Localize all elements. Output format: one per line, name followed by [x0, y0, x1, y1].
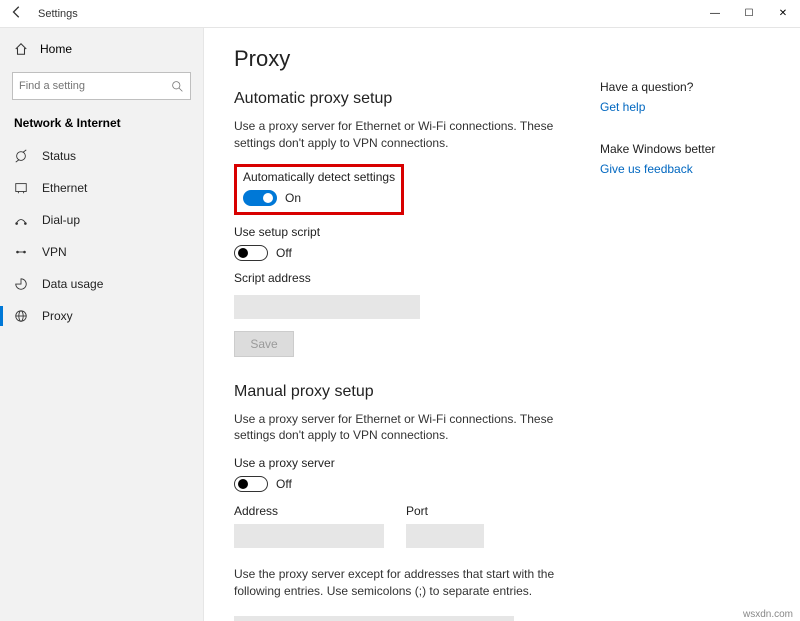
sidebar-item-label: Data usage — [42, 277, 103, 291]
use-proxy-state: Off — [276, 477, 292, 491]
auto-detect-toggle[interactable] — [243, 190, 277, 206]
page-title: Proxy — [234, 46, 580, 72]
proxy-except-text: Use the proxy server except for addresse… — [234, 566, 580, 600]
sidebar-item-label: Status — [42, 149, 76, 163]
use-proxy-toggle[interactable] — [234, 476, 268, 492]
sidebar-item-datausage[interactable]: Data usage — [0, 268, 203, 300]
vpn-icon — [14, 245, 28, 259]
highlight-auto-detect: Automatically detect settings On — [234, 164, 404, 215]
script-address-input[interactable] — [234, 295, 420, 319]
home-link[interactable]: Home — [0, 36, 203, 62]
proxy-address-input[interactable] — [234, 524, 384, 548]
datausage-icon — [14, 277, 28, 291]
window-caption: Settings — [38, 8, 78, 20]
sidebar-item-label: Proxy — [42, 309, 73, 323]
search-input-wrap[interactable] — [12, 72, 191, 100]
proxy-port-label: Port — [406, 504, 484, 518]
minimize-button[interactable]: — — [698, 0, 732, 28]
proxy-except-input[interactable] — [234, 616, 514, 621]
feedback-title: Make Windows better — [600, 142, 770, 156]
dialup-icon — [14, 213, 28, 227]
titlebar: Settings — ☐ ✕ — [0, 0, 800, 28]
question-title: Have a question? — [600, 80, 770, 94]
feedback-link[interactable]: Give us feedback — [600, 162, 770, 176]
status-icon — [14, 149, 28, 163]
sidebar-item-vpn[interactable]: VPN — [0, 236, 203, 268]
auto-section-heading: Automatic proxy setup — [234, 90, 580, 108]
maximize-button[interactable]: ☐ — [732, 0, 766, 28]
manual-section-desc: Use a proxy server for Ethernet or Wi-Fi… — [234, 411, 580, 445]
ethernet-icon — [14, 181, 28, 195]
auto-section-desc: Use a proxy server for Ethernet or Wi-Fi… — [234, 118, 580, 152]
home-icon — [14, 42, 28, 56]
script-address-label: Script address — [234, 271, 580, 285]
auto-detect-label: Automatically detect settings — [243, 170, 395, 184]
proxy-port-input[interactable] — [406, 524, 484, 548]
aside-panel: Have a question? Get help Make Windows b… — [600, 46, 770, 621]
setup-script-toggle[interactable] — [234, 245, 268, 261]
search-input[interactable] — [19, 80, 171, 92]
sidebar-item-ethernet[interactable]: Ethernet — [0, 172, 203, 204]
manual-section-heading: Manual proxy setup — [234, 383, 580, 401]
sidebar-item-label: Ethernet — [42, 181, 87, 195]
home-label: Home — [40, 42, 72, 56]
proxy-address-label: Address — [234, 504, 384, 518]
setup-script-label: Use setup script — [234, 225, 580, 239]
setup-script-state: Off — [276, 246, 292, 260]
proxy-icon — [14, 309, 28, 323]
use-proxy-label: Use a proxy server — [234, 456, 580, 470]
auto-detect-state: On — [285, 191, 301, 205]
content-panel: Proxy Automatic proxy setup Use a proxy … — [234, 46, 580, 621]
get-help-link[interactable]: Get help — [600, 100, 770, 114]
sidebar-item-proxy[interactable]: Proxy — [0, 300, 203, 332]
sidebar-item-dialup[interactable]: Dial-up — [0, 204, 203, 236]
auto-save-button[interactable]: Save — [234, 331, 294, 357]
close-button[interactable]: ✕ — [766, 0, 800, 28]
sidebar-item-label: VPN — [42, 245, 67, 259]
sidebar-section-header: Network & Internet — [0, 114, 203, 140]
sidebar: Home Network & Internet Status Ethernet … — [0, 28, 204, 621]
search-icon — [171, 80, 184, 93]
back-icon[interactable] — [10, 5, 24, 22]
footer-credit: wsxdn.com — [740, 608, 796, 621]
sidebar-item-status[interactable]: Status — [0, 140, 203, 172]
sidebar-item-label: Dial-up — [42, 213, 80, 227]
